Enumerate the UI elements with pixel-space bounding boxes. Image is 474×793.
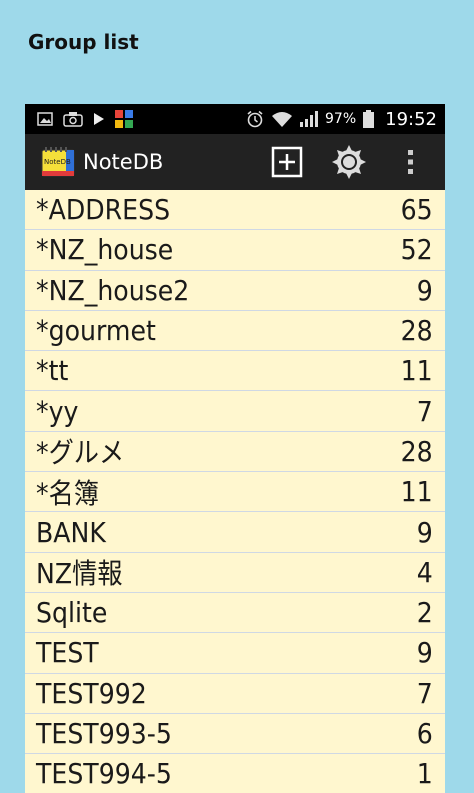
phone-screenshot: 97% 19:52 NoteDB NoteDB *ADDRESS 65 *NZ_h… — [25, 104, 445, 793]
logo-text: NoteDB — [44, 158, 71, 166]
group-name: TEST — [36, 636, 99, 670]
group-name: *gourmet — [36, 314, 156, 348]
group-count: 52 — [400, 233, 433, 267]
add-button[interactable] — [267, 142, 307, 182]
brightness-icon — [332, 145, 366, 179]
list-item[interactable]: *NZ_house2 9 — [25, 270, 445, 311]
group-count: 9 — [416, 273, 433, 307]
group-count: 4 — [416, 555, 433, 589]
app-grid-icon — [115, 110, 133, 128]
list-item[interactable]: *NZ_house 52 — [25, 230, 445, 271]
overflow-menu-button[interactable] — [391, 142, 431, 182]
list-item[interactable]: BANK 9 — [25, 512, 445, 553]
camera-icon — [63, 112, 83, 127]
group-name: *ADDRESS — [36, 193, 171, 227]
notedb-logo-icon: NoteDB — [41, 147, 75, 177]
group-name: *NZ_house2 — [36, 273, 190, 307]
group-count: 7 — [416, 676, 433, 710]
group-count: 9 — [416, 636, 433, 670]
list-item[interactable]: TEST992 7 — [25, 673, 445, 714]
group-count: 7 — [416, 394, 433, 428]
list-item[interactable]: TEST993-5 6 — [25, 713, 445, 755]
app-title: NoteDB — [83, 150, 164, 174]
list-item[interactable]: *名簿 11 — [25, 472, 445, 513]
brightness-button[interactable] — [329, 142, 369, 182]
status-bar: 97% 19:52 — [25, 104, 445, 134]
list-item[interactable]: *gourmet 28 — [25, 310, 445, 352]
group-count: 2 — [416, 596, 433, 630]
overflow-menu-icon — [408, 150, 413, 174]
list-item[interactable]: TEST 9 — [25, 633, 445, 674]
group-name: BANK — [36, 515, 106, 549]
list-item[interactable]: Sqlite 2 — [25, 592, 445, 634]
group-name: *yy — [36, 394, 79, 428]
clock: 19:52 — [385, 108, 437, 130]
image-icon — [37, 112, 53, 126]
battery-percent: 97% — [325, 111, 357, 127]
list-item[interactable]: *ADDRESS 65 — [25, 190, 445, 231]
alarm-icon — [247, 110, 263, 128]
group-count: 9 — [416, 515, 433, 549]
group-name: TEST993-5 — [36, 717, 172, 750]
group-count: 28 — [400, 434, 433, 468]
list-item[interactable]: *tt 11 — [25, 351, 445, 392]
group-name: *NZ_house — [36, 233, 174, 267]
group-name: TEST994-5 — [36, 757, 172, 791]
group-name: *グルメ — [36, 436, 125, 470]
group-name: TEST992 — [36, 676, 147, 710]
group-count: 28 — [400, 314, 433, 348]
add-icon — [271, 146, 303, 178]
list-item[interactable]: *yy 7 — [25, 391, 445, 432]
group-count: 1 — [416, 757, 433, 791]
page-heading: Group list — [28, 30, 139, 54]
group-name: NZ情報 — [36, 557, 123, 591]
action-bar: NoteDB NoteDB — [25, 134, 445, 190]
list-item[interactable]: TEST994-5 1 — [25, 754, 445, 793]
group-count: 11 — [400, 475, 433, 509]
signal-icon — [300, 111, 318, 127]
play-store-icon — [94, 113, 104, 125]
list-item[interactable]: NZ情報 4 — [25, 552, 445, 593]
group-name: *名簿 — [36, 476, 100, 510]
list-item[interactable]: *グルメ 28 — [25, 431, 445, 473]
wifi-icon — [272, 112, 292, 127]
group-count: 6 — [416, 717, 433, 750]
group-name: Sqlite — [36, 596, 108, 630]
group-name: *tt — [36, 354, 69, 388]
group-count: 11 — [400, 354, 433, 388]
group-list: *ADDRESS 65 *NZ_house 52 *NZ_house2 9 *gour… — [25, 190, 445, 793]
group-count: 65 — [400, 193, 433, 227]
battery-icon — [363, 110, 375, 128]
